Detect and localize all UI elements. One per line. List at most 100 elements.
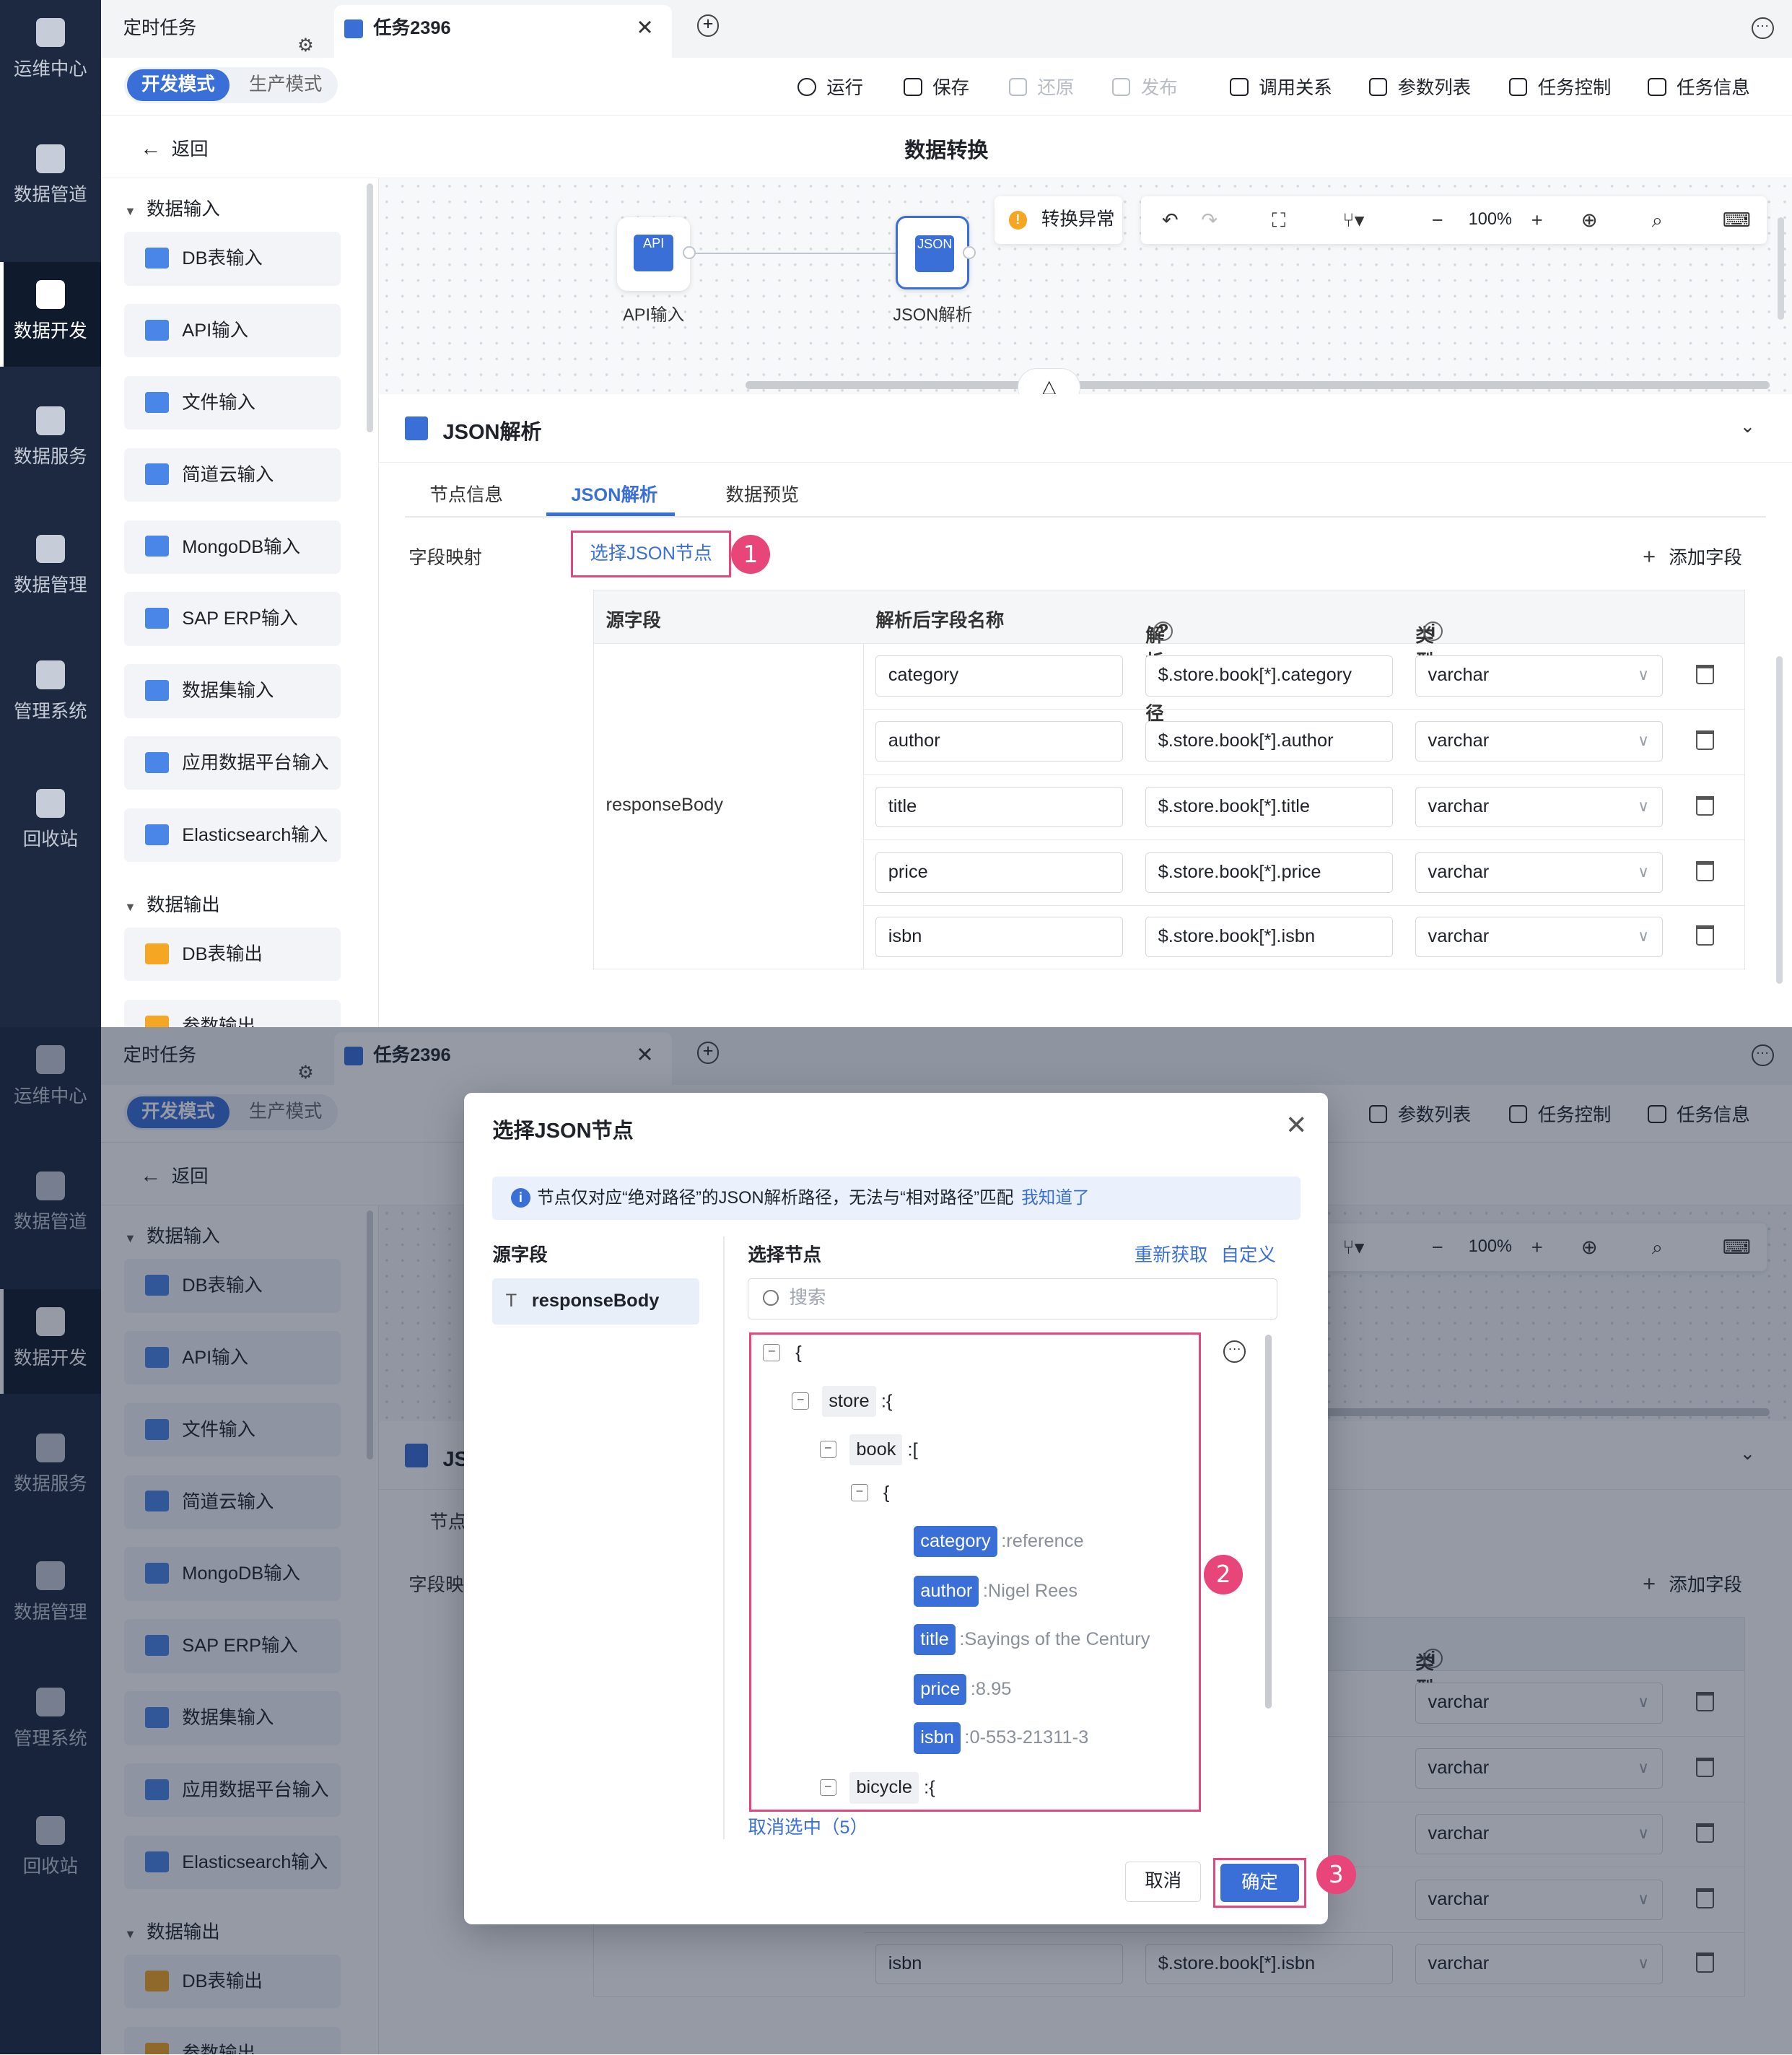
field-path-input[interactable]: $.store.book[*].category	[1145, 655, 1394, 697]
bicycle-key[interactable]: bicycle	[849, 1772, 919, 1804]
tab-node-info[interactable]: 节点信息	[429, 481, 503, 507]
comp-dataset-input[interactable]: 数据集输入	[124, 664, 341, 718]
run-button[interactable]: 运行	[797, 74, 863, 100]
info-button[interactable]: 任务信息	[1648, 74, 1750, 100]
nav-data-pipeline[interactable]: 数据管道	[0, 126, 101, 230]
redo-icon[interactable]: ↷	[1201, 209, 1218, 232]
prod-mode-button[interactable]: 生产模式	[240, 69, 331, 101]
control-button[interactable]: 任务控制	[1508, 74, 1611, 100]
more-icon[interactable]: ···	[1751, 17, 1774, 40]
locate-icon[interactable]: ⊕	[1581, 209, 1598, 232]
dev-mode-button[interactable]: 开发模式	[127, 69, 230, 101]
canvas-hscrollbar[interactable]	[745, 381, 1770, 390]
info-icon[interactable]: i	[1423, 621, 1443, 642]
restore-button[interactable]: 还原	[1008, 74, 1074, 100]
undo-icon[interactable]: ↶	[1162, 209, 1179, 232]
zoom-out-icon[interactable]: −	[1432, 209, 1443, 232]
delete-icon[interactable]	[1695, 795, 1714, 816]
help-icon[interactable]: ?	[1153, 621, 1173, 642]
nav-data-management[interactable]: 数据管理	[0, 516, 101, 621]
save-button[interactable]: 保存	[904, 74, 969, 100]
group-output[interactable]: ▼ 数据输出	[124, 891, 219, 917]
nav-system[interactable]: 管理系统	[0, 642, 101, 746]
tab-task[interactable]: 任务2396 ✕	[333, 5, 673, 58]
tree-scrollbar[interactable]	[1265, 1335, 1272, 1709]
refetch-link[interactable]: 重新获取	[1135, 1245, 1208, 1265]
comp-sap-input[interactable]: SAP ERP输入	[124, 592, 341, 646]
delete-icon[interactable]	[1695, 730, 1714, 751]
layout-icon[interactable]: ⑂▾	[1342, 209, 1364, 232]
tab-json-parse[interactable]: JSON解析	[571, 481, 657, 507]
collapse-icon[interactable]: −	[792, 1392, 809, 1410]
comp-jdy-input[interactable]: 简道云输入	[124, 448, 341, 502]
comp-es-input[interactable]: Elasticsearch输入	[124, 808, 341, 863]
store-key[interactable]: store	[822, 1385, 876, 1418]
params-button[interactable]: 参数列表	[1368, 74, 1471, 100]
field-name-input[interactable]: isbn	[875, 916, 1124, 957]
more-icon[interactable]: ···	[1223, 1340, 1246, 1363]
relation-button[interactable]: 调用关系	[1230, 74, 1332, 100]
comp-db-output[interactable]: DB表输出	[124, 928, 341, 982]
group-input[interactable]: ▼ 数据输入	[124, 195, 219, 221]
category-key[interactable]: category	[914, 1525, 997, 1558]
chevron-down-icon[interactable]: ⌄	[1740, 415, 1755, 437]
flow-canvas[interactable]: API API输入 JSON JSON解析 ! 转换异常 ↶ ↷ ⛶ ⑂▾ − 1…	[378, 178, 1792, 408]
confirm-button[interactable]: 确定	[1220, 1864, 1299, 1902]
nav-recycle-bin[interactable]: 回收站	[0, 770, 101, 875]
delete-icon[interactable]	[1695, 665, 1714, 685]
close-icon[interactable]: ✕	[1285, 1109, 1307, 1140]
book-key[interactable]: book	[849, 1434, 903, 1466]
add-field-button[interactable]: + 添加字段	[1643, 544, 1742, 570]
fit-icon[interactable]: ⛶	[1272, 209, 1285, 232]
close-icon[interactable]: ✕	[636, 5, 653, 52]
field-path-input[interactable]: $.store.book[*].isbn	[1145, 916, 1394, 957]
add-tab-icon[interactable]: +	[696, 14, 720, 37]
type-select[interactable]: varchar ∨	[1415, 852, 1664, 893]
field-name-input[interactable]: category	[875, 655, 1124, 697]
field-path-input[interactable]: $.store.book[*].title	[1145, 786, 1394, 828]
comp-param-output[interactable]: 参数输出	[124, 999, 341, 1027]
node-api-input[interactable]: API	[616, 217, 691, 291]
collapse-icon[interactable]: −	[819, 1779, 837, 1797]
comp-appdata-input[interactable]: 应用数据平台输入	[124, 736, 341, 790]
comp-api-input[interactable]: API输入	[124, 304, 341, 358]
collapse-icon[interactable]: −	[851, 1484, 868, 1501]
nav-data-service[interactable]: 数据服务	[0, 388, 101, 492]
author-key[interactable]: author	[914, 1575, 979, 1607]
custom-link[interactable]: 自定义	[1221, 1245, 1276, 1265]
publish-button[interactable]: 发布	[1111, 74, 1178, 100]
tab-scheduled[interactable]: 定时任务 ⚙	[108, 5, 317, 58]
got-it-link[interactable]: 我知道了	[1021, 1188, 1089, 1207]
panel-scrollbar[interactable]	[1776, 656, 1783, 985]
source-field-item[interactable]: TresponseBody	[492, 1278, 700, 1325]
price-key[interactable]: price	[914, 1673, 967, 1706]
tab-data-preview[interactable]: 数据预览	[726, 481, 800, 507]
nav-data-dev[interactable]: 数据开发	[0, 262, 101, 367]
field-name-input[interactable]: price	[875, 852, 1124, 893]
canvas-scrollbar[interactable]	[1777, 217, 1784, 320]
collapse-icon[interactable]: −	[819, 1441, 837, 1458]
field-name-input[interactable]: author	[875, 721, 1124, 762]
select-json-node-button[interactable]: 选择JSON节点	[571, 531, 731, 578]
type-select[interactable]: varchar ∨	[1415, 786, 1664, 828]
zoom-in-icon[interactable]: +	[1531, 209, 1543, 232]
node-json-parse[interactable]: JSON	[896, 216, 970, 290]
delete-icon[interactable]	[1695, 925, 1714, 946]
type-select[interactable]: varchar ∨	[1415, 916, 1664, 957]
title-key[interactable]: title	[914, 1623, 956, 1656]
output-port[interactable]	[963, 246, 976, 260]
isbn-key[interactable]: isbn	[914, 1722, 961, 1754]
comp-file-input[interactable]: 文件输入	[124, 375, 341, 430]
collapse-icon[interactable]: −	[763, 1344, 781, 1361]
comp-mongodb-input[interactable]: MongoDB输入	[124, 520, 341, 574]
warning-tag[interactable]: ! 转换异常	[994, 196, 1123, 244]
comp-db-input[interactable]: DB表输入	[124, 232, 341, 286]
keyboard-icon[interactable]: ⌨	[1723, 209, 1751, 232]
field-name-input[interactable]: title	[875, 786, 1124, 828]
field-path-input[interactable]: $.store.book[*].author	[1145, 721, 1394, 762]
delete-icon[interactable]	[1695, 861, 1714, 881]
nav-ops-center[interactable]: 运维中心	[0, 0, 101, 105]
type-select[interactable]: varchar ∨	[1415, 721, 1664, 762]
field-path-input[interactable]: $.store.book[*].price	[1145, 852, 1394, 893]
sidebar-scrollbar[interactable]	[367, 183, 374, 432]
